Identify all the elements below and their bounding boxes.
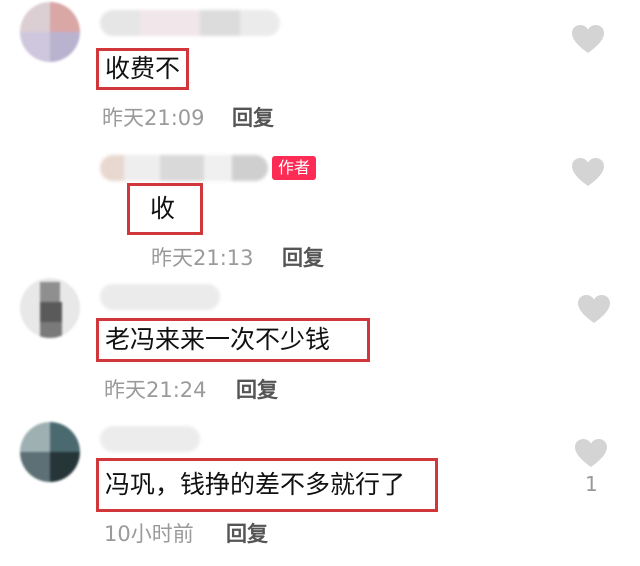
username-blurred[interactable] — [100, 10, 280, 36]
comment-time: 昨天21:13 — [151, 246, 254, 270]
heart-icon[interactable] — [571, 24, 605, 54]
comment-item: 冯巩，钱挣的差不多就行了 10小时前 回复 1 — [0, 410, 640, 566]
username-blurred[interactable] — [100, 284, 220, 310]
reply-button[interactable]: 回复 — [232, 102, 274, 132]
reply-button[interactable]: 回复 — [282, 242, 324, 272]
comment-item: 收费不 昨天21:09 回复 — [0, 0, 640, 140]
comment-time: 昨天21:24 — [104, 378, 207, 402]
comment-item: 老冯来来一次不少钱 昨天21:24 回复 — [0, 270, 640, 410]
comment-text-highlighted: 收费不 — [96, 48, 190, 90]
comment-text-highlighted: 冯巩，钱挣的差不多就行了 — [96, 458, 438, 512]
comment-time: 10小时前 — [104, 522, 194, 546]
avatar[interactable] — [20, 278, 80, 338]
heart-icon[interactable] — [574, 438, 608, 468]
comment-text-highlighted: 收 — [127, 183, 203, 235]
avatar[interactable] — [20, 422, 80, 482]
comment-time: 昨天21:09 — [102, 106, 205, 130]
comment-text-highlighted: 老冯来来一次不少钱 — [96, 318, 370, 362]
reply-button[interactable]: 回复 — [236, 374, 278, 404]
reply-comment-item: 作者 收 昨天21:13 回复 — [0, 140, 640, 270]
author-badge: 作者 — [272, 156, 317, 180]
heart-icon[interactable] — [571, 157, 605, 187]
username-blurred[interactable] — [100, 155, 268, 181]
like-count: 1 — [585, 472, 598, 496]
reply-button[interactable]: 回复 — [226, 518, 268, 548]
username-blurred[interactable] — [100, 426, 200, 452]
heart-icon[interactable] — [577, 294, 611, 324]
avatar[interactable] — [20, 2, 80, 62]
